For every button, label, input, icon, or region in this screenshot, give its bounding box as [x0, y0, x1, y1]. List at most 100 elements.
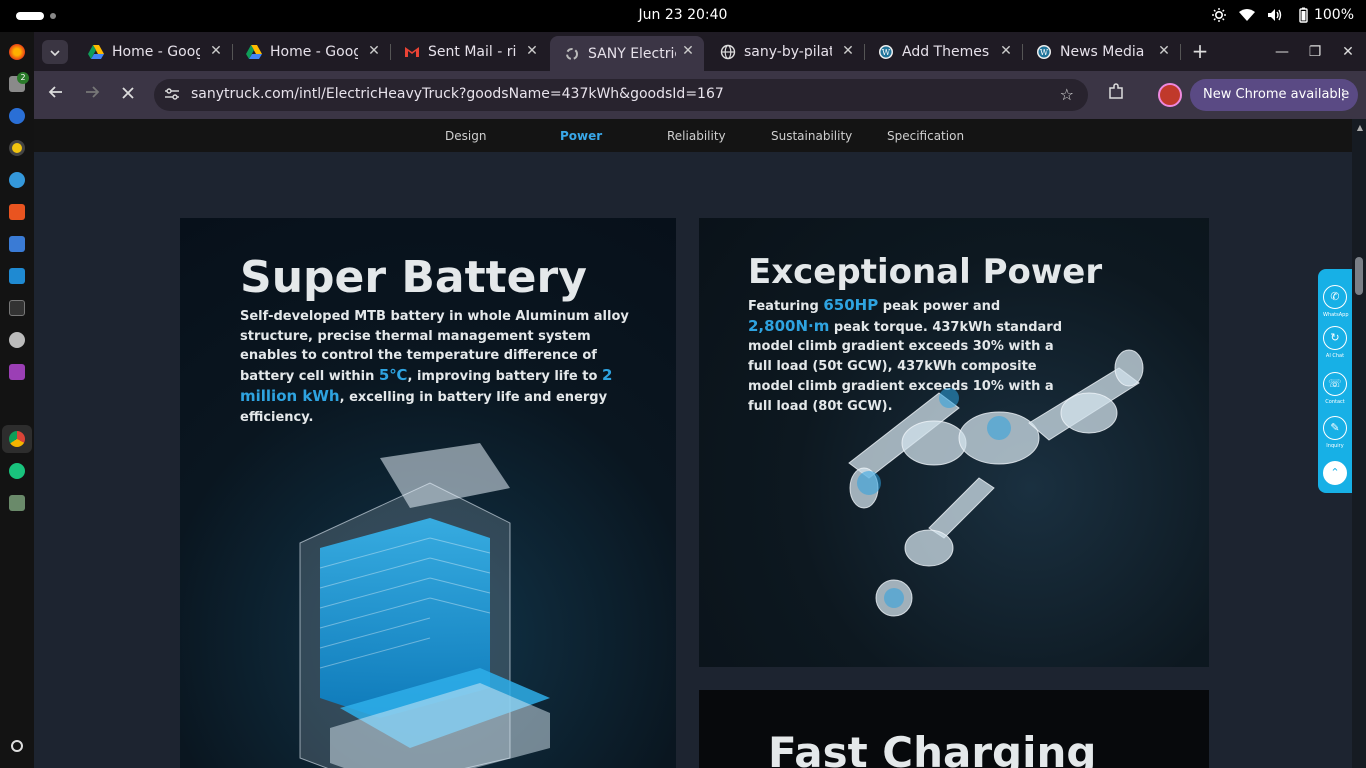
scroll-to-top-button[interactable]: ⌃ [1323, 461, 1347, 485]
exceptional-power-card: Exceptional Power Featuring 650HP peak p… [699, 218, 1209, 667]
inquiry-icon: ✎ [1323, 416, 1347, 440]
disks-icon[interactable] [9, 332, 25, 348]
tab-sany-by-pilat[interactable]: sany-by-pilat ✕ [706, 36, 865, 67]
thunderbird-icon[interactable] [9, 108, 25, 124]
system-tray[interactable]: 100% [1210, 6, 1354, 24]
system-top-bar: Jun 23 20:40 100% [0, 0, 1366, 32]
ai-chat-button[interactable]: ↻ AI Chat [1323, 326, 1347, 359]
show-apps-icon[interactable] [11, 740, 23, 752]
floating-contact-bar: ✆ WhatsApp ↻ AI Chat ☏ Contact ✎ Inquiry… [1318, 269, 1352, 493]
inquiry-label: Inquiry [1326, 443, 1344, 449]
close-tab-icon[interactable]: ✕ [1156, 43, 1172, 59]
notification-badge: 2 [17, 72, 29, 84]
firefox-icon[interactable] [9, 44, 25, 60]
tab-add-themes[interactable]: W Add Themes ✕ [864, 36, 1023, 67]
volume-icon [1266, 6, 1284, 24]
address-bar[interactable]: sanytruck.com/intl/ElectricHeavyTruck?go… [154, 79, 1088, 111]
section-nav-power[interactable]: Power [560, 129, 602, 143]
contact-button[interactable]: ☏ Contact [1323, 372, 1347, 405]
profile-avatar[interactable] [1158, 83, 1182, 107]
close-tab-icon[interactable]: ✕ [680, 43, 696, 59]
tab-search-button[interactable] [42, 40, 68, 64]
maximize-button[interactable]: ❐ [1303, 40, 1327, 64]
section-nav-specification[interactable]: Specification [887, 129, 964, 143]
forward-arrow-icon [86, 86, 100, 98]
browser-toolbar: sanytruck.com/intl/ElectricHeavyTruck?go… [34, 71, 1366, 119]
close-window-button[interactable]: ✕ [1336, 40, 1360, 64]
chatgpt-icon[interactable] [9, 463, 25, 479]
url-text[interactable]: sanytruck.com/intl/ElectricHeavyTruck?go… [191, 86, 724, 102]
contact-label: Contact [1325, 399, 1345, 405]
highlight-temperature: 5℃ [378, 366, 408, 385]
section-nav-sustainability[interactable]: Sustainability [771, 129, 852, 143]
site-settings-icon[interactable] [164, 87, 180, 103]
wifi-icon [1238, 6, 1256, 24]
update-label: New Chrome available [1203, 87, 1350, 102]
tab-title: Home - Goog [112, 43, 200, 60]
close-tab-icon[interactable]: ✕ [840, 43, 856, 59]
tab-home-google-2[interactable]: Home - Goog ✕ [232, 36, 391, 67]
tab-title: SANY Electric [588, 45, 676, 62]
back-button[interactable] [44, 83, 68, 107]
tab-title: Add Themes [902, 43, 990, 60]
more-menu-icon[interactable]: ⋮ [1336, 79, 1350, 111]
tab-strip: Home - Goog ✕ Home - Goog ✕ Sent Mail - … [34, 32, 1366, 71]
tab-sent-mail[interactable]: Sent Mail - ric ✕ [390, 36, 548, 67]
tab-title: News Media [1060, 43, 1145, 60]
whatsapp-label: WhatsApp [1323, 312, 1349, 318]
wordpress-icon: W [1037, 44, 1051, 59]
night-light-icon [1210, 6, 1228, 24]
chrome-icon[interactable] [9, 431, 25, 447]
chevron-up-icon: ⌃ [1323, 461, 1347, 485]
close-tab-icon[interactable]: ✕ [208, 43, 224, 59]
super-battery-title: Super Battery [240, 252, 587, 303]
whatsapp-icon: ✆ [1323, 285, 1347, 309]
scroll-up-arrow-icon[interactable]: ▲ [1357, 123, 1363, 132]
page-viewport: Design Power Reliability Sustainability … [34, 119, 1366, 768]
close-tab-icon[interactable]: ✕ [524, 43, 540, 59]
app-center-icon[interactable] [9, 204, 25, 220]
bookmark-star-icon[interactable]: ☆ [1060, 85, 1074, 104]
extensions-icon[interactable] [1104, 83, 1128, 107]
tab-title: sany-by-pilat [744, 43, 832, 60]
ai-chat-icon: ↻ [1323, 326, 1347, 350]
inquiry-button[interactable]: ✎ Inquiry [1323, 416, 1347, 449]
close-tab-icon[interactable]: ✕ [366, 43, 382, 59]
super-battery-description: Self-developed MTB battery in whole Alum… [240, 307, 630, 427]
section-nav-reliability[interactable]: Reliability [667, 129, 726, 143]
tab-news-media[interactable]: W News Media ✕ [1022, 36, 1181, 67]
new-tab-button[interactable]: + [1188, 40, 1212, 64]
svg-text:W: W [882, 48, 891, 57]
system-clock[interactable]: Jun 23 20:40 [0, 7, 1366, 23]
text-editor-icon[interactable] [9, 236, 25, 252]
close-tab-icon[interactable]: ✕ [998, 43, 1014, 59]
scrollbar-thumb[interactable] [1355, 257, 1363, 295]
whatsapp-button[interactable]: ✆ WhatsApp [1323, 285, 1349, 318]
section-nav: Design Power Reliability Sustainability … [34, 119, 1366, 152]
wordpress-icon: W [879, 44, 893, 59]
back-arrow-icon [48, 86, 62, 98]
chrome-update-button[interactable]: New Chrome available ⋮ [1190, 79, 1358, 111]
chevron-down-icon [50, 50, 60, 57]
fast-charging-card: Fast Charging [699, 690, 1209, 768]
help-icon[interactable] [9, 172, 25, 188]
tab-home-google-1[interactable]: Home - Goog ✕ [74, 36, 233, 67]
description-text: , improving battery life to [407, 369, 602, 385]
vscode-icon[interactable] [9, 268, 25, 284]
rhythmbox-icon[interactable] [9, 140, 25, 156]
tab-separator [1180, 44, 1181, 60]
globe-icon [720, 44, 736, 59]
media-player-icon[interactable] [9, 364, 25, 380]
google-drive-icon [246, 44, 262, 59]
terminal-icon[interactable] [9, 300, 25, 316]
section-nav-design[interactable]: Design [445, 129, 486, 143]
battery-percent: 100% [1313, 7, 1354, 23]
minimize-button[interactable]: — [1270, 40, 1294, 64]
tab-sany-electric[interactable]: SANY Electric ✕ [550, 36, 704, 71]
forward-button[interactable] [80, 83, 104, 107]
gmail-icon [405, 46, 419, 57]
trash-icon[interactable] [9, 495, 25, 511]
stop-loading-button[interactable] [116, 83, 140, 107]
ai-chat-label: AI Chat [1325, 353, 1345, 359]
page-scrollbar[interactable]: ▲ [1352, 119, 1366, 768]
